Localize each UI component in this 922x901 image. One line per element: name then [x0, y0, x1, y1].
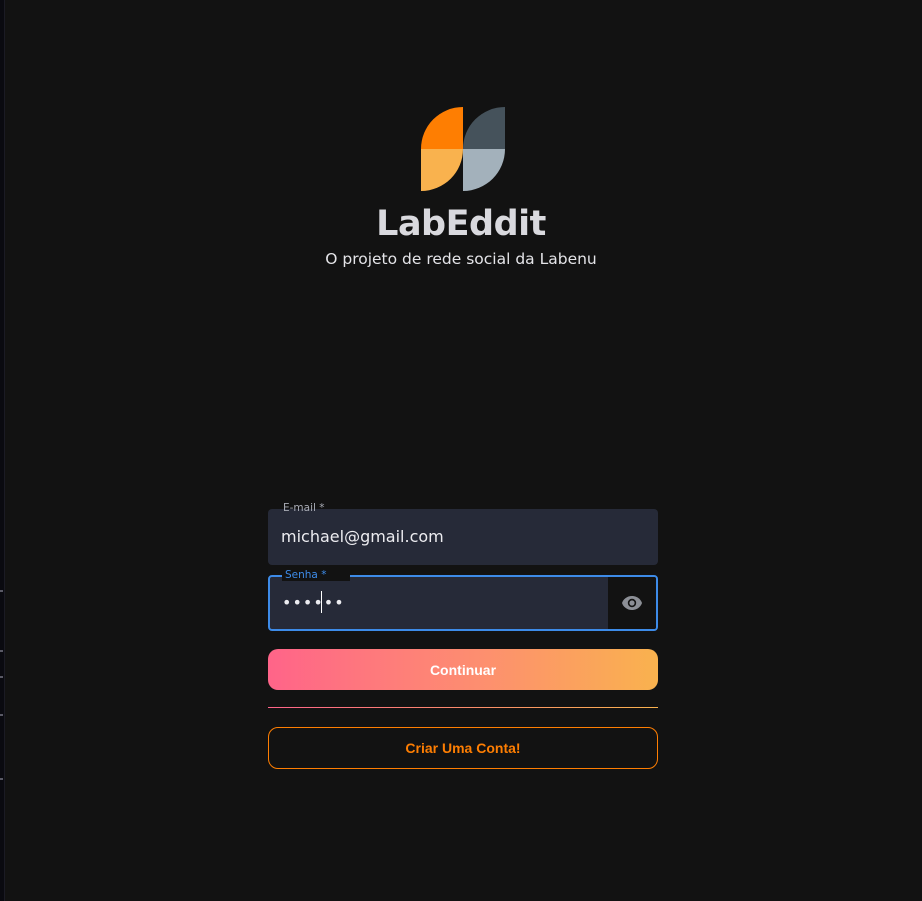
- email-input[interactable]: [281, 527, 598, 547]
- login-page: LabEddit O projeto de rede social da Lab…: [0, 0, 922, 901]
- divider: [268, 707, 658, 708]
- create-account-button[interactable]: Criar Uma Conta!: [268, 727, 658, 769]
- continue-button[interactable]: Continuar: [268, 649, 658, 690]
- labeddit-logo-icon: [421, 107, 505, 191]
- edge-mark: [0, 778, 3, 780]
- email-label: E-mail *: [283, 502, 325, 514]
- password-field[interactable]: Senha *: [268, 569, 658, 631]
- toggle-password-visibility-button[interactable]: [608, 577, 656, 629]
- brand-title: LabEddit: [376, 204, 546, 244]
- password-input[interactable]: [282, 593, 596, 613]
- edge-mark: [0, 590, 3, 592]
- brand-subtitle: O projeto de rede social da Labenu: [325, 250, 597, 268]
- window-left-edge: [0, 0, 5, 901]
- edge-mark: [0, 714, 3, 716]
- password-label: Senha *: [282, 569, 351, 581]
- edge-mark: [0, 650, 3, 652]
- edge-mark: [0, 676, 3, 678]
- email-field[interactable]: E-mail *: [268, 502, 658, 565]
- eye-icon: [622, 596, 642, 610]
- text-caret: [321, 591, 322, 613]
